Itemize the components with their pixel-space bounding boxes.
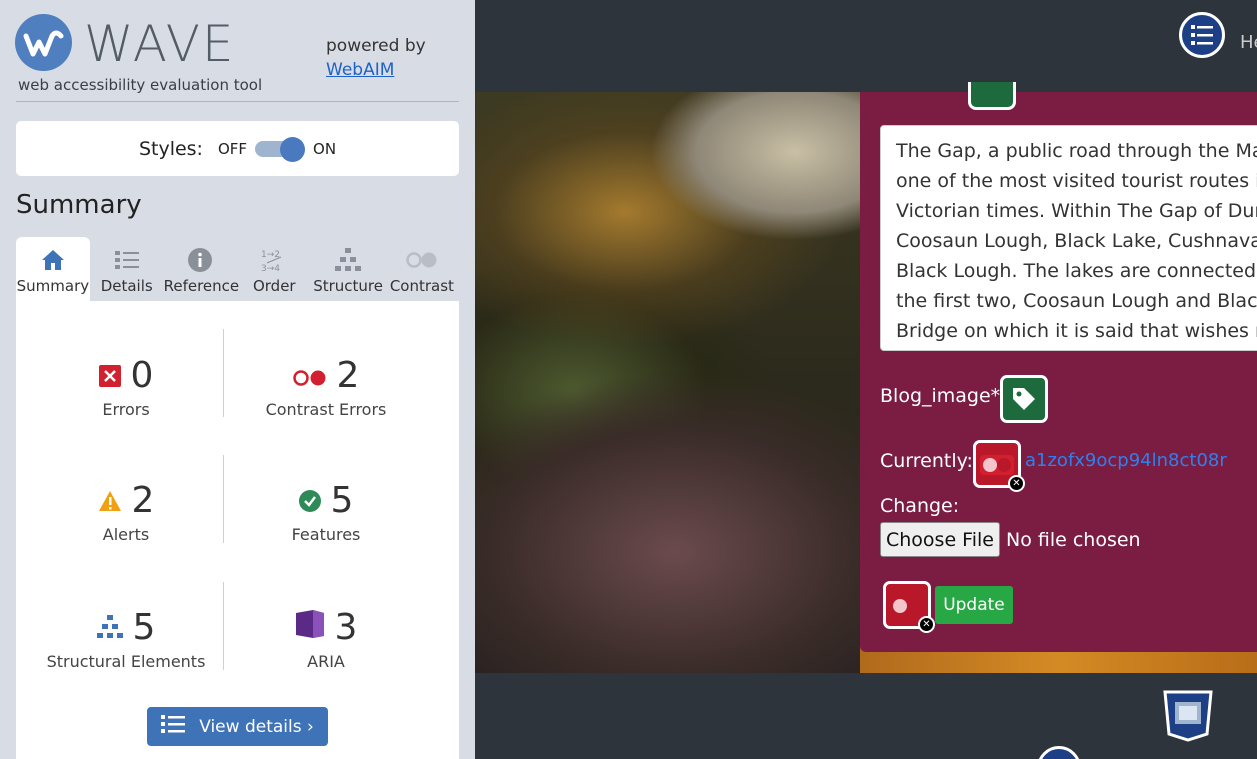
- wave-logo-icon: [15, 14, 72, 71]
- contrast-errors-label: Contrast Errors: [265, 400, 387, 419]
- contrast-error-marker-icon[interactable]: ✕: [883, 581, 935, 633]
- features-count: 5: [330, 479, 354, 521]
- contrast-error-marker-icon[interactable]: ✕: [973, 440, 1025, 492]
- contrast-error-icon: [292, 355, 327, 396]
- tab-contrast-label: Contrast: [389, 277, 454, 295]
- tab-contrast[interactable]: Contrast: [385, 237, 459, 301]
- powered-by: powered by WebAIM: [326, 34, 426, 82]
- alert-icon: [98, 480, 122, 521]
- toggle-off-label: OFF: [217, 139, 248, 158]
- textarea-line: The Gap, a public road through the MacG: [896, 140, 1257, 162]
- no-file-text: No file chosen: [1006, 529, 1141, 551]
- wave-list-marker-icon[interactable]: [1179, 12, 1225, 58]
- error-icon: [98, 355, 121, 396]
- list-icon: [161, 714, 186, 739]
- tab-structure[interactable]: Structure: [311, 237, 385, 301]
- tab-order-label: Order: [252, 277, 296, 295]
- textarea-line: Bridge on which it is said that wishes m…: [896, 320, 1257, 342]
- tag-icon[interactable]: [1000, 375, 1048, 423]
- view-details-button[interactable]: View details ›: [147, 707, 328, 746]
- alerts-stat[interactable]: 2 Alerts: [26, 477, 226, 544]
- order-icon: 1→2 3→4: [237, 245, 311, 275]
- tab-summary[interactable]: Summary: [16, 237, 90, 301]
- wave-subtitle: web accessibility evaluation tool: [18, 76, 263, 94]
- tab-reference-label: Reference: [163, 277, 240, 295]
- tab-details-label: Details: [100, 277, 153, 295]
- textarea-line: Black Lough. The lakes are connected by: [896, 260, 1257, 282]
- textarea-line: Coosaun Lough, Black Lake, Cushnavally L: [896, 230, 1257, 252]
- tab-bar: Summary Details Reference 1→23→4 Order: [16, 237, 459, 301]
- alerts-label: Alerts: [102, 525, 150, 544]
- info-icon: [164, 245, 238, 275]
- tab-reference[interactable]: Reference: [163, 237, 240, 301]
- blog-content-textarea[interactable]: The Gap, a public road through the MacG …: [880, 125, 1257, 351]
- current-file-link[interactable]: a1zofx9ocp94ln8ct08r: [1025, 450, 1227, 471]
- contrast-errors-stat[interactable]: 2 Contrast Errors: [226, 352, 426, 420]
- features-label: Features: [291, 525, 361, 544]
- powered-by-text: powered by: [326, 36, 426, 56]
- tab-details[interactable]: Details: [90, 237, 164, 301]
- evaluated-page: He The Gap, a public road through the Ma…: [475, 0, 1257, 759]
- home-icon: [16, 245, 90, 275]
- update-button[interactable]: Update: [935, 586, 1013, 624]
- alerts-count: 2: [131, 479, 155, 521]
- errors-count: 0: [130, 354, 154, 396]
- textarea-line: the first two, Coosaun Lough and Black L…: [896, 290, 1257, 312]
- aria-icon: [295, 607, 325, 648]
- view-details-label: View details ›: [199, 716, 314, 737]
- feature-check-icon: [298, 480, 321, 521]
- svg-text:3→4: 3→4: [261, 264, 280, 273]
- textarea-line: one of the most visited tourist routes i…: [896, 170, 1257, 192]
- structural-count: 5: [132, 606, 156, 648]
- edit-form-card: The Gap, a public road through the MacG …: [860, 82, 1257, 652]
- list-icon: [90, 245, 164, 275]
- features-stat[interactable]: 5 Features: [226, 477, 426, 545]
- tab-structure-label: Structure: [313, 277, 383, 295]
- textarea-line: Victorian times. Within The Gap of Dunlo: [896, 200, 1257, 222]
- errors-stat[interactable]: 0 Errors: [26, 352, 226, 419]
- aria-label: ARIA: [307, 652, 345, 671]
- toggle-on-label: ON: [313, 139, 337, 158]
- structural-label: Structural Elements: [46, 652, 206, 671]
- wave-sidebar: WAVE web accessibility evaluation tool p…: [0, 0, 475, 759]
- summary-heading: Summary: [16, 190, 142, 220]
- currently-label: Currently:: [880, 450, 973, 472]
- structural-icon: [96, 607, 123, 648]
- tab-summary-label: Summary: [16, 277, 90, 295]
- divider: [16, 101, 459, 102]
- summary-panel: Summary Details Reference 1→23→4 Order: [16, 237, 459, 759]
- styles-label: Styles:: [138, 137, 203, 160]
- errors-label: Errors: [102, 400, 150, 419]
- contrast-errors-count: 2: [336, 354, 360, 396]
- feature-marker-icon[interactable]: [968, 82, 1016, 110]
- stat-divider: [223, 455, 224, 543]
- aria-count: 3: [334, 606, 358, 648]
- stat-divider: [223, 329, 224, 417]
- change-label: Change:: [880, 495, 960, 517]
- choose-file-button[interactable]: Choose File: [880, 522, 1000, 557]
- stat-divider: [223, 582, 224, 670]
- wave-marker-icon[interactable]: [1037, 746, 1081, 759]
- topbar-text[interactable]: He: [1240, 32, 1257, 53]
- styles-toggle[interactable]: [255, 136, 306, 162]
- contrast-icon: [385, 245, 459, 275]
- structural-stat[interactable]: 5 Structural Elements: [26, 604, 226, 672]
- structure-icon: [311, 245, 385, 275]
- blog-image-label: Blog_image*: [880, 385, 1001, 407]
- html5-region-icon[interactable]: [1163, 690, 1213, 742]
- webaim-link[interactable]: WebAIM: [326, 58, 426, 82]
- styles-toggle-box: Styles: OFF ON: [16, 121, 459, 176]
- tab-order[interactable]: 1→2 3→4 Order: [237, 237, 311, 301]
- aria-stat[interactable]: 3 ARIA: [226, 604, 426, 671]
- wave-title: WAVE: [84, 15, 236, 73]
